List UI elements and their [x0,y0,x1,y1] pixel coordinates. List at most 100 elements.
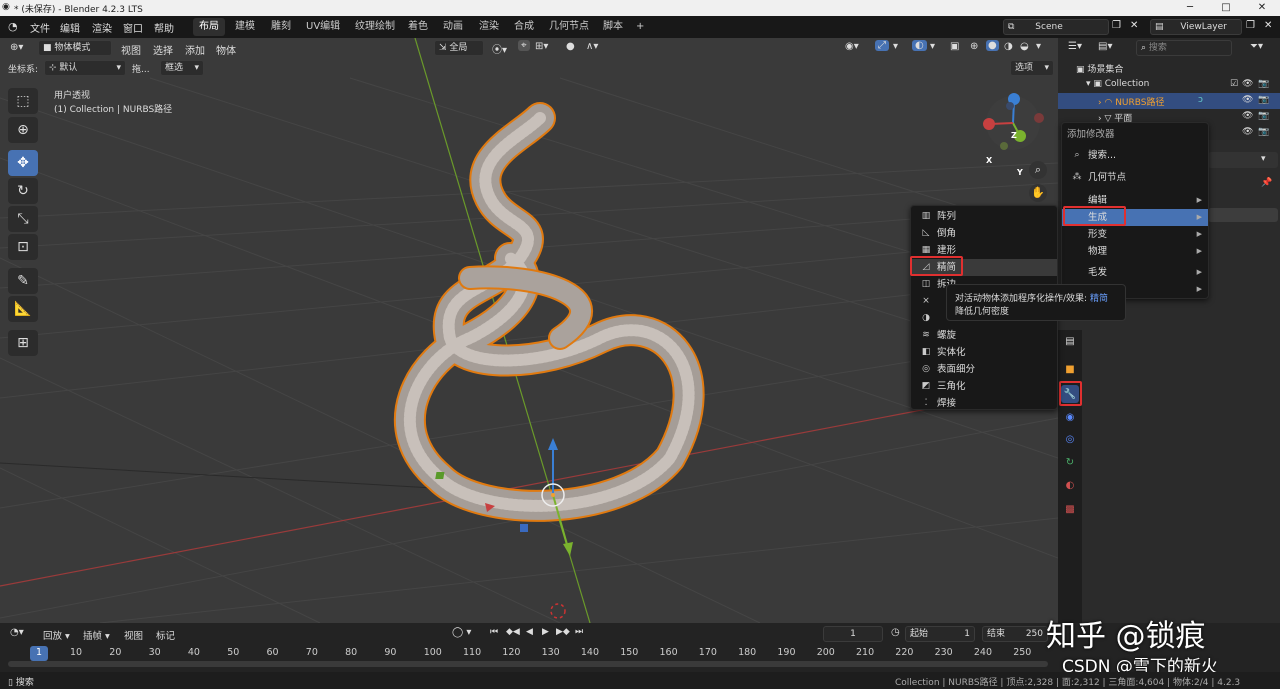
gizmo-y-head[interactable] [563,542,573,556]
drag-label[interactable]: 拖... [132,62,150,75]
add-cube-tool-icon[interactable]: ⊞ [8,330,38,356]
maximize-button[interactable]: □ [1208,0,1244,16]
annotate-tool-icon[interactable]: ✎ [8,268,38,294]
transform-tool-icon[interactable]: ⊡ [8,234,38,260]
row-render-icon[interactable]: 📷 [1258,127,1269,137]
outliner-row-nurbs[interactable]: › ◠ NURBS路径 ↄ 👁 📷 [1058,93,1280,109]
tab-shading[interactable]: 着色 [402,18,434,36]
tab-layout[interactable]: 布局 [193,18,225,36]
clock-icon[interactable]: ◷ [891,627,900,638]
end-frame-field[interactable]: 结束 250 [982,626,1048,642]
select-box-tool-icon[interactable]: ⬚ [8,88,38,114]
plane-visibility-icon[interactable]: 👁 [1242,111,1253,121]
jump-start-icon[interactable]: ⏮ [490,627,498,637]
tab-uv-editing[interactable]: UV编辑 [300,18,346,36]
xray-toggle-icon[interactable]: ▣ [950,41,959,52]
move-tool-icon[interactable]: ✥ [8,150,38,176]
tab-scripting[interactable]: 脚本 [597,18,629,36]
gizmo-plane-xy[interactable] [520,524,528,532]
properties-search-field[interactable] [1208,152,1278,168]
plane-render-icon[interactable]: 📷 [1258,111,1269,121]
auto-keying-icon[interactable]: ◯ ▾ [452,627,471,638]
editor-type-icon[interactable]: ⊕▾ [10,42,23,53]
material-tab-icon[interactable]: ◐ [1061,476,1079,494]
snap-target-icon[interactable]: ⊞▾ [535,41,548,52]
category-physics[interactable]: 物理 ▶ [1062,243,1208,260]
modifier-weld[interactable]: ⁚ 焊接 [911,395,1057,412]
geometry-nodes-item[interactable]: ⁂ 几何节点 [1062,169,1208,186]
mode-selector[interactable]: ■ 物体模式 [38,40,112,56]
add-workspace-button[interactable]: + [630,18,650,36]
tab-sculpting[interactable]: 雕刻 [265,18,297,36]
next-keyframe-icon[interactable]: ▶◆ [556,627,570,637]
tab-texture-paint[interactable]: 纹理绘制 [349,18,401,36]
pivot-point-icon[interactable]: ⦿▾ [492,41,507,56]
particles-tab-icon[interactable]: ◉ [1061,408,1079,426]
pin-icon[interactable]: 📌 [1261,178,1272,188]
visibility-icon[interactable]: ◉▾ [845,41,859,52]
texture-tab-icon[interactable]: ▩ [1061,500,1079,518]
timeline-menu-keying[interactable]: 插帧 ▾ [83,628,110,642]
viewport-menu-object[interactable]: 物体 [216,42,236,57]
shading-wireframe-icon[interactable]: ⊕ [970,41,978,52]
options-dropdown[interactable]: 选项 ▾ [1010,60,1054,76]
category-deform[interactable]: 形变 ▶ [1062,226,1208,243]
new-scene-icon[interactable]: ❐ [1112,20,1121,31]
gizmo-z-head[interactable] [548,438,558,450]
cursor-tool-icon[interactable]: ⊕ [8,117,38,143]
physics-tab-icon[interactable]: ◎ [1061,430,1079,448]
modifier-array[interactable]: ▥ 阵列 [911,208,1057,225]
shading-rendered-icon[interactable]: ◒ [1020,41,1029,52]
gizmo-plane-xz[interactable] [435,472,445,479]
gizmo-toggle-icon[interactable]: ⤢ [875,40,889,51]
current-frame-field[interactable]: 1 [823,626,883,642]
snap-toggle-icon[interactable]: ⌖ [518,40,530,51]
shading-solid-icon[interactable]: ● [986,40,999,51]
collection-visibility-icon[interactable]: 👁 [1242,79,1253,89]
viewlayer-selector[interactable]: ▤ ViewLayer [1150,19,1242,35]
scale-tool-icon[interactable]: ⤡ [8,206,38,232]
filter-icon[interactable]: ⏷▾ [1250,41,1263,52]
proportional-edit-icon[interactable]: ● [566,41,575,52]
modifier-screw[interactable]: ≋ 螺旋 [911,327,1057,344]
measure-tool-icon[interactable]: 📐 [8,296,38,322]
minimize-button[interactable]: ─ [1172,0,1208,16]
modifier-subdivision[interactable]: ◎ 表面细分 [911,361,1057,378]
row-visibility-icon[interactable]: 👁 [1242,127,1253,137]
zoom-icon[interactable]: ⌕ [1029,161,1047,179]
delete-viewlayer-icon[interactable]: ✕ [1264,20,1272,31]
transform-orientation-selector[interactable]: ⇲ 全局 [434,40,484,56]
display-mode-icon[interactable]: ▤▾ [1098,41,1112,52]
tab-modeling[interactable]: 建模 [229,18,261,36]
start-frame-field[interactable]: 起始 1 [905,626,975,642]
close-window-button[interactable]: ✕ [1244,0,1280,16]
select-mode-selector[interactable]: 框选 ▾ [160,60,204,76]
nurbs-render-icon[interactable]: 📷 [1258,95,1269,105]
blender-menu-icon[interactable]: ◔ [8,20,18,33]
status-search[interactable]: ▯ 搜索 [8,675,34,688]
collection-row[interactable]: ▾ ▣ Collection [1086,79,1149,89]
timeline-menu-marker[interactable]: 标记 [156,628,175,642]
scene-selector[interactable]: ⧉ Scene [1003,19,1109,35]
viewport-menu-add[interactable]: 添加 [185,42,205,57]
modifier-bevel[interactable]: ◺ 倒角 [911,225,1057,242]
add-modifier-button-area[interactable] [1208,208,1278,222]
timeline-menu-playback[interactable]: 回放 ▾ [43,628,70,642]
overlay-toggle-icon[interactable]: ◐ [912,40,927,51]
overlay-dropdown-icon[interactable]: ▾ [930,41,935,52]
rotate-tool-icon[interactable]: ↻ [8,178,38,204]
nurbs-visibility-icon[interactable]: 👁 [1242,95,1253,105]
shading-dropdown-icon[interactable]: ▾ [1036,41,1041,52]
menu-window[interactable]: 窗口 [123,20,143,35]
tab-animation[interactable]: 动画 [437,18,469,36]
falloff-icon[interactable]: ∧▾ [586,41,598,52]
menu-edit[interactable]: 编辑 [60,20,80,35]
timeline-editor-icon[interactable]: ◔▾ [10,627,24,638]
modifier-triangulate[interactable]: ◩ 三角化 [911,378,1057,395]
viewport-menu-select[interactable]: 选择 [153,42,173,57]
tab-rendering[interactable]: 渲染 [473,18,505,36]
modifier-solidify[interactable]: ◧ 实体化 [911,344,1057,361]
coord-system-selector[interactable]: ⊹ 默认 ▾ [44,60,126,76]
shading-material-icon[interactable]: ◑ [1004,41,1013,52]
modifier-search-item[interactable]: ⌕ 搜索... [1062,147,1208,164]
